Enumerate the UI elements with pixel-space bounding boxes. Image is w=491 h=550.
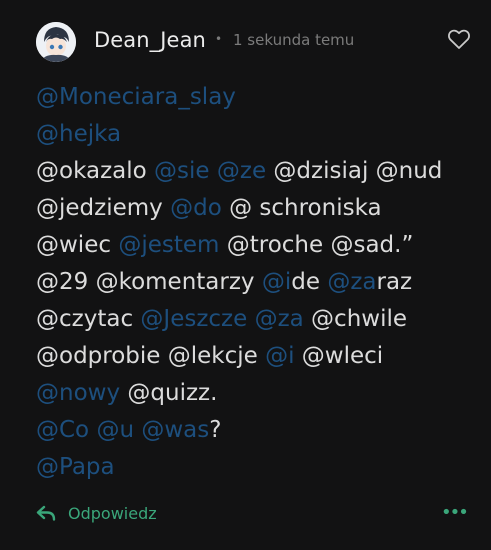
comment-text-segment: @czytac [36,306,141,332]
comment-text-segment [247,306,254,332]
more-dots-icon[interactable]: ••• [441,502,469,526]
mention-link[interactable]: @Co [36,417,89,443]
comment-line: @Papa [36,449,476,486]
comment-text: @Moneciara_slay @hejka @okazalo @sie @ze @… [36,79,476,486]
mention-link[interactable]: @Papa [36,454,115,480]
mention-link[interactable]: @za [255,306,304,332]
comment-text-segment: @odprobie @lekcje [36,343,266,369]
comment-text-segment: @quizz. [120,380,218,406]
comment-text-segment: @dzisiaj @nud [266,158,443,184]
username[interactable]: Dean_Jean [94,28,206,52]
comment-text-segment: @troche @sad.” [219,232,414,258]
comment-text-segment: ? [209,417,222,443]
comment-text-segment: @ schroniska [221,195,382,221]
comment-line: @odprobie @lekcje @i @wleci [36,338,476,375]
mention-link[interactable]: @was [141,417,209,443]
mention-link[interactable]: @sie [154,158,210,184]
mention-link[interactable]: @jestem [118,232,219,258]
comment-line: @hejka [36,116,476,153]
comment-text-segment: de [291,269,328,295]
mention-link[interactable]: @za [327,269,376,295]
mention-link[interactable]: @do [170,195,222,221]
mention-link[interactable]: @hejka [36,121,121,147]
comment-line: @wiec @jestem @troche @sad.” [36,227,476,264]
mention-link[interactable]: @nowy [36,380,120,406]
comment-text-segment: @wleci [294,343,384,369]
comment-text-segment: @wiec [36,232,119,258]
reply-label: Odpowiedz [68,504,157,523]
comment-text-segment: @chwile [303,306,408,332]
comment-line: @czytac @Jeszcze @za @chwile [36,301,476,338]
comment-header: Dean_Jean • 1 sekunda temu [36,22,471,62]
mention-link[interactable]: @ze [217,158,266,184]
mention-link[interactable]: @Jeszcze [140,306,247,332]
comment-line: @jedziemy @do @ schroniska [36,190,476,227]
comment-actions: Odpowiedz ••• [36,502,469,528]
comment-line: @okazalo @sie @ze @dzisiaj @nud [36,153,476,190]
separator-dot: • [215,32,223,46]
mention-link[interactable]: @i [262,269,291,295]
comment-text-segment [210,158,217,184]
comment-text-segment: @jedziemy [36,195,171,221]
mention-link[interactable]: @Moneciara_slay [36,84,236,110]
comment-line: @Moneciara_slay [36,79,476,116]
mention-link[interactable]: @i [265,343,294,369]
comment-text-segment: raz [376,269,413,295]
mention-link[interactable]: @u [96,417,134,443]
comment-line: @Co @u @was? [36,412,476,449]
comment-line: @nowy @quizz. [36,375,476,412]
comment-text-segment: @okazalo [36,158,155,184]
heart-icon[interactable] [447,28,471,50]
timestamp: 1 sekunda temu [233,31,355,49]
comment-line: @29 @komentarzy @ide @zaraz [36,264,476,301]
reply-button[interactable]: Odpowiedz [36,502,157,526]
avatar[interactable] [36,22,76,62]
comment-text-segment: @29 @komentarzy [36,269,262,295]
reply-arrow-icon [36,504,56,522]
